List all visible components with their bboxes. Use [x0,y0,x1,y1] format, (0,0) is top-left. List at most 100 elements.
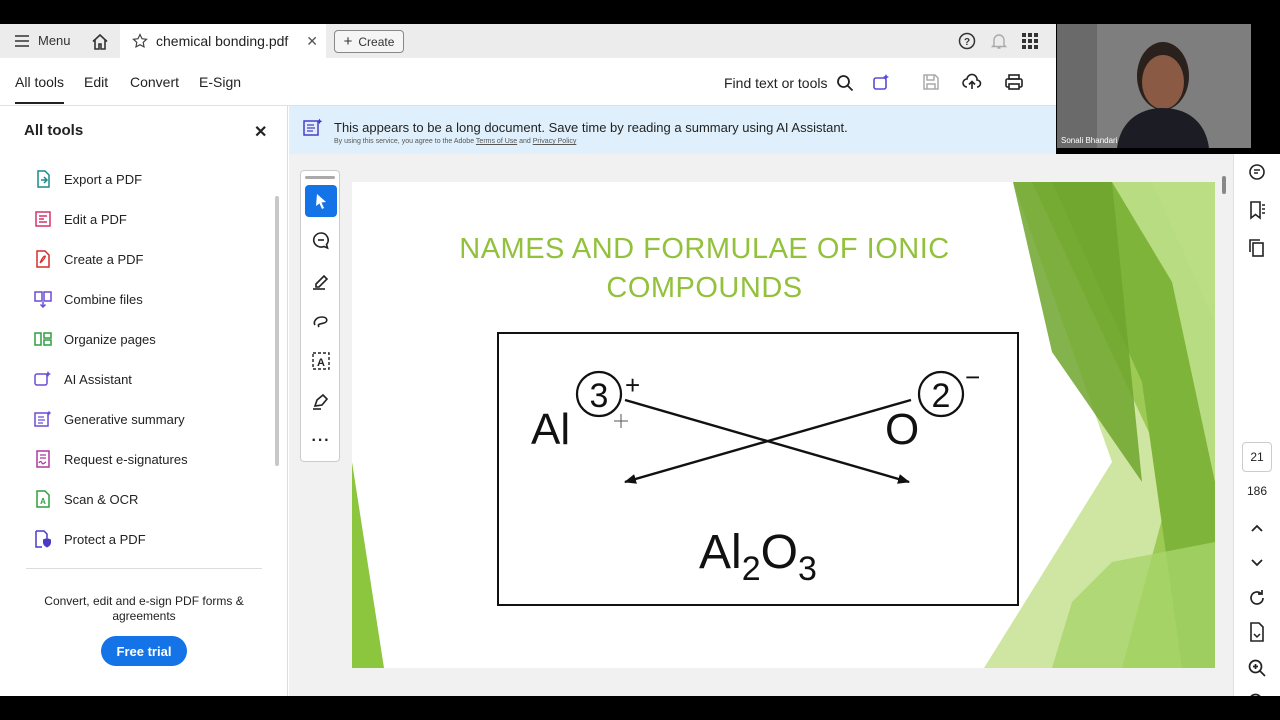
anion-charge: 2 [932,377,951,415]
quick-tools-bar: A ··· [300,170,340,462]
find-text-or-tools[interactable]: Find text or tools [724,74,854,92]
refresh-icon[interactable] [1247,588,1267,608]
document-viewer: This appears to be a long document. Save… [289,106,1233,696]
right-rail: 21 186 [1233,154,1280,696]
cloud-upload-icon[interactable] [962,72,982,92]
privacy-policy-link[interactable]: Privacy Policy [533,138,577,145]
sign-tool-button[interactable] [305,385,337,417]
sidebar-scrollbar[interactable] [275,196,279,466]
sidebar-item-export-pdf[interactable]: Export a PDF [34,170,142,188]
more-tools-button[interactable]: ··· [305,425,337,457]
tab-convert[interactable]: Convert [130,74,179,90]
ai-assistant-icon [34,371,51,386]
scan-ocr-icon: A [36,490,50,508]
document-tab[interactable]: chemical bonding.pdf ✕ [120,24,326,58]
text-box-icon: A [312,352,330,370]
apps-grid-icon[interactable] [1022,33,1038,49]
sidebar-item-label: Protect a PDF [64,531,146,547]
ai-tools-icon[interactable] [871,72,891,92]
anion-symbol: O [885,405,919,454]
comment-tool-button[interactable] [305,225,337,257]
document-scrollbar[interactable] [1222,176,1226,194]
protect-pdf-icon [35,530,51,548]
sidebar-item-protect-pdf[interactable]: Protect a PDF [34,530,146,548]
close-panel-icon[interactable]: ✕ [254,122,267,142]
title-bar: Menu chemical bonding.pdf ✕ + Create ? [0,24,1056,58]
help-icon[interactable]: ? [958,32,976,50]
zoom-in-icon[interactable] [1247,658,1267,678]
copy-pages-icon[interactable] [1247,238,1267,258]
close-tab-icon[interactable]: ✕ [306,33,318,50]
formula-subscript-1: 2 [742,550,761,588]
current-page-input[interactable]: 21 [1242,442,1272,472]
cation-charge: 3 [590,377,609,415]
sidebar-item-combine-files[interactable]: Combine files [34,290,143,308]
menu-button[interactable]: Menu [14,33,71,48]
sidebar-item-scan-ocr[interactable]: A Scan & OCR [34,490,138,508]
draw-tool-button[interactable] [305,305,337,337]
svg-text:?: ? [964,37,970,48]
cation-sign: + [625,370,640,400]
svg-text:A: A [317,357,325,369]
sidebar-item-generative-summary[interactable]: Generative summary [34,410,185,428]
sidebar-item-request-esignatures[interactable]: Request e-signatures [34,450,188,468]
banner-disclaimer: By using this service, you agree to the … [334,138,576,145]
highlighter-icon [313,274,329,290]
zoom-out-icon[interactable] [1247,692,1267,696]
freehand-draw-icon [313,316,328,328]
sign-pen-icon [313,393,329,410]
promo-text: Convert, edit and e-sign PDF forms & agr… [44,594,244,623]
slide-title-line-2: COMPOUNDS [606,272,803,304]
sidebar-item-ai-assistant[interactable]: AI Assistant [34,370,132,388]
move-cursor [614,414,628,428]
formula-element-2: O [761,526,798,579]
pdf-page: NAMES AND FORMULAE OF IONIC COMPOUNDS Al… [352,182,1215,668]
slide-title-line-1: NAMES AND FORMULAE OF IONIC [459,233,950,265]
find-label: Find text or tools [724,75,828,91]
sidebar-item-label: Generative summary [64,411,185,427]
hamburger-icon [15,34,29,47]
edit-pdf-icon [35,211,51,227]
select-tool-button[interactable] [305,185,337,217]
request-esign-icon [36,450,50,468]
create-pdf-icon [36,250,50,268]
webcam-feed: Sonali Bhandari [1057,24,1251,148]
tab-edit[interactable]: Edit [84,74,108,90]
ai-chat-icon[interactable] [1247,162,1267,182]
sidebar-item-edit-pdf[interactable]: Edit a PDF [34,210,127,228]
sidebar-item-create-pdf[interactable]: Create a PDF [34,250,143,268]
sidebar-item-organize-pages[interactable]: Organize pages [34,330,156,348]
free-trial-button[interactable]: Free trial [101,636,187,666]
disclaimer-text: By using this service, you agree to the … [334,138,475,145]
participant-name: Sonali Bhandari [1061,136,1118,145]
tab-all-tools[interactable]: All tools [15,74,65,104]
formula-subscript-2: 3 [798,550,817,588]
text-select-tool-button[interactable]: A [305,345,337,377]
cation-symbol: Al [531,405,570,454]
sidebar-item-label: Export a PDF [64,171,143,187]
webcam-overlay: Sonali Bhandari [1056,24,1280,154]
sidebar-item-label: Scan & OCR [64,491,139,507]
tab-esign[interactable]: E-Sign [199,74,241,90]
svg-text:A: A [40,497,46,506]
highlight-tool-button[interactable] [305,265,337,297]
bookmark-icon[interactable] [1247,200,1267,220]
create-label: Create [358,34,395,49]
star-icon[interactable] [132,33,148,49]
menu-label: Menu [38,33,71,48]
sidebar-item-label: AI Assistant [64,371,132,387]
disclaimer-and: and [519,138,531,145]
main-toolbar: All tools Edit Convert E-Sign Find text … [0,58,1056,106]
home-icon[interactable] [90,32,110,52]
print-icon[interactable] [1004,72,1024,92]
terms-of-use-link[interactable]: Terms of Use [476,138,517,145]
sidebar-item-label: Edit a PDF [64,211,127,227]
chevron-up-icon[interactable] [1247,518,1267,538]
chevron-down-icon[interactable] [1247,552,1267,572]
create-button[interactable]: + Create [334,30,404,53]
divider [26,568,262,569]
notification-bell-icon[interactable] [990,32,1008,50]
page-fit-icon[interactable] [1247,622,1267,642]
save-icon[interactable] [921,72,941,92]
drag-handle[interactable] [305,176,335,179]
